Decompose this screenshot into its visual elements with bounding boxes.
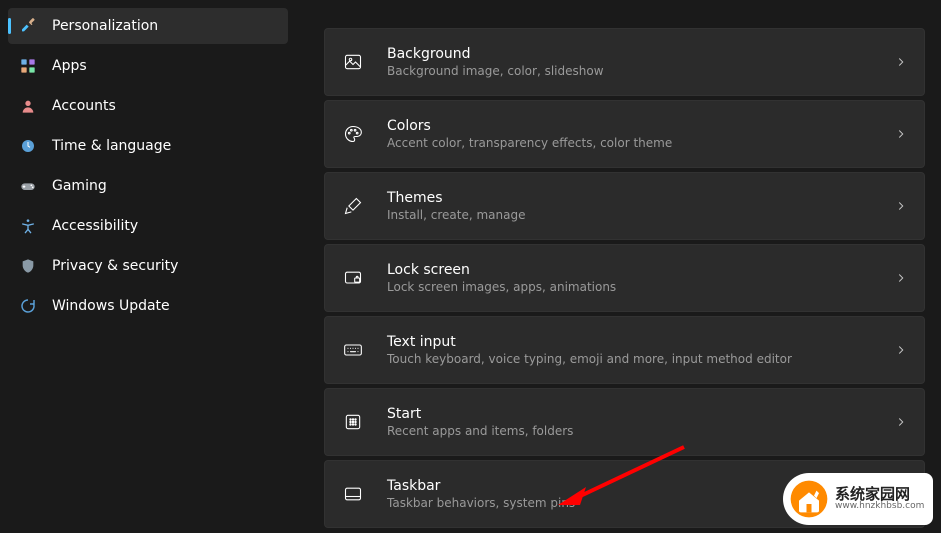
paintbrush-icon (20, 18, 36, 34)
watermark-cn: 系统家园网 (835, 486, 924, 503)
gamepad-icon (20, 178, 36, 194)
palette-icon (341, 122, 365, 146)
sidebar-item-privacy[interactable]: Privacy & security (8, 248, 288, 284)
card-text: Colors Accent color, transparency effect… (387, 118, 872, 150)
card-text: Start Recent apps and items, folders (387, 406, 872, 438)
card-subtitle: Touch keyboard, voice typing, emoji and … (387, 352, 872, 366)
sidebar-item-personalization[interactable]: Personalization (8, 8, 288, 44)
card-text: Background Background image, color, slid… (387, 46, 872, 78)
card-themes[interactable]: Themes Install, create, manage (324, 172, 925, 240)
card-colors[interactable]: Colors Accent color, transparency effect… (324, 100, 925, 168)
chevron-right-icon (894, 415, 908, 429)
card-subtitle: Lock screen images, apps, animations (387, 280, 872, 294)
sidebar-item-accounts[interactable]: Accounts (8, 88, 288, 124)
card-text-input[interactable]: Text input Touch keyboard, voice typing,… (324, 316, 925, 384)
sidebar-item-apps[interactable]: Apps (8, 48, 288, 84)
shield-icon (20, 258, 36, 274)
watermark-text: 系统家园网 www.hnzkhbsb.com (835, 486, 924, 512)
lock-screen-icon (341, 266, 365, 290)
card-start[interactable]: Start Recent apps and items, folders (324, 388, 925, 456)
picture-icon (341, 50, 365, 74)
settings-list: Background Background image, color, slid… (324, 28, 925, 528)
apps-icon (20, 58, 36, 74)
card-title: Start (387, 406, 872, 422)
chevron-right-icon (894, 55, 908, 69)
card-title: Themes (387, 190, 872, 206)
watermark-url: www.hnzkhbsb.com (835, 502, 924, 512)
sidebar-item-update[interactable]: Windows Update (8, 288, 288, 324)
card-subtitle: Background image, color, slideshow (387, 64, 872, 78)
sidebar-label: Windows Update (52, 298, 170, 314)
brush-icon (341, 194, 365, 218)
sidebar-label: Apps (52, 58, 87, 74)
card-title: Lock screen (387, 262, 872, 278)
chevron-right-icon (894, 271, 908, 285)
keyboard-icon (341, 338, 365, 362)
sidebar-label: Time & language (52, 138, 171, 154)
sidebar-label: Accessibility (52, 218, 138, 234)
person-icon (20, 98, 36, 114)
card-subtitle: Recent apps and items, folders (387, 424, 872, 438)
card-title: Text input (387, 334, 872, 350)
settings-sidebar: Personalization Apps Accounts Time & lan… (0, 0, 296, 533)
card-subtitle: Accent color, transparency effects, colo… (387, 136, 872, 150)
sidebar-item-time-language[interactable]: Time & language (8, 128, 288, 164)
sidebar-label: Accounts (52, 98, 116, 114)
sidebar-item-accessibility[interactable]: Accessibility (8, 208, 288, 244)
chevron-right-icon (894, 199, 908, 213)
card-lock-screen[interactable]: Lock screen Lock screen images, apps, an… (324, 244, 925, 312)
sidebar-item-gaming[interactable]: Gaming (8, 168, 288, 204)
card-text: Text input Touch keyboard, voice typing,… (387, 334, 872, 366)
chevron-right-icon (894, 343, 908, 357)
card-text: Lock screen Lock screen images, apps, an… (387, 262, 872, 294)
sidebar-label: Gaming (52, 178, 107, 194)
card-background[interactable]: Background Background image, color, slid… (324, 28, 925, 96)
house-icon (789, 479, 829, 519)
taskbar-icon (341, 482, 365, 506)
sidebar-label: Privacy & security (52, 258, 178, 274)
card-title: Colors (387, 118, 872, 134)
card-text: Themes Install, create, manage (387, 190, 872, 222)
start-grid-icon (341, 410, 365, 434)
card-title: Background (387, 46, 872, 62)
watermark: 系统家园网 www.hnzkhbsb.com (783, 473, 933, 525)
card-subtitle: Install, create, manage (387, 208, 872, 222)
personalization-main: Background Background image, color, slid… (296, 0, 941, 533)
update-icon (20, 298, 36, 314)
sidebar-label: Personalization (52, 18, 158, 34)
chevron-right-icon (894, 127, 908, 141)
accessibility-icon (20, 218, 36, 234)
globe-clock-icon (20, 138, 36, 154)
